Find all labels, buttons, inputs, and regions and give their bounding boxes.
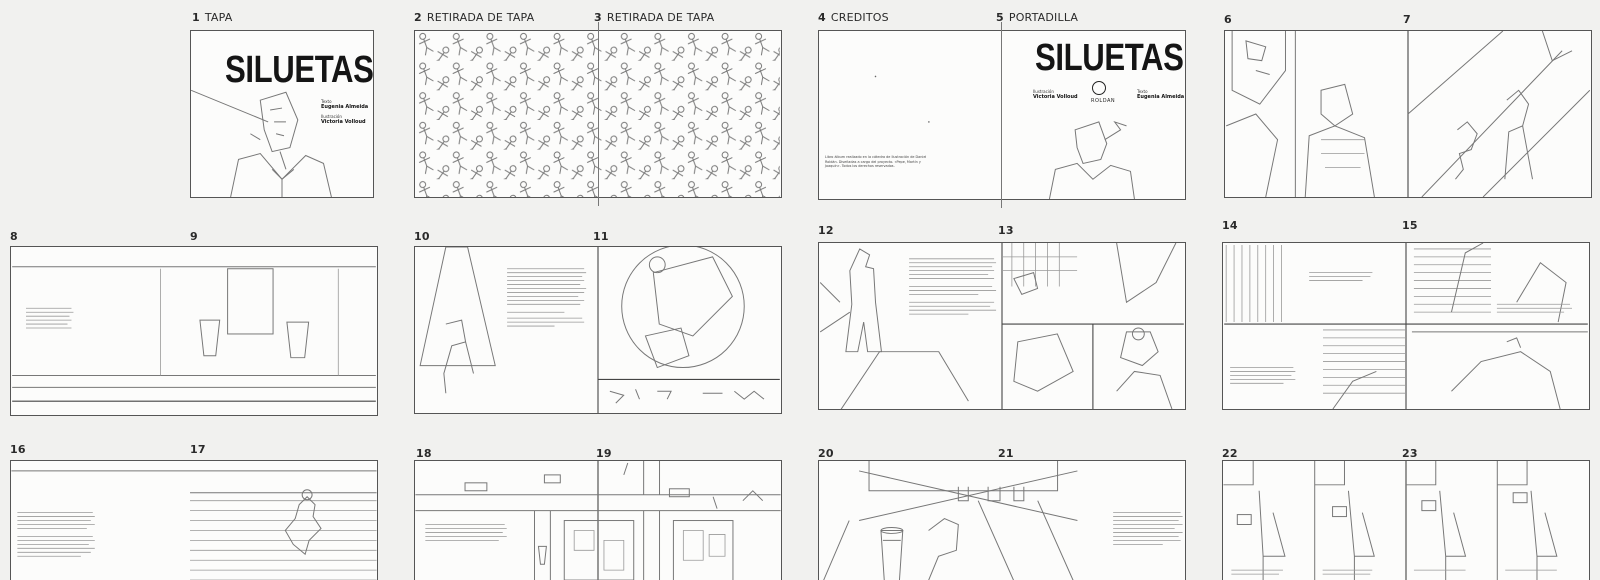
page-label-19: 19 [596, 447, 612, 460]
spread-12-13 [818, 242, 1186, 410]
spread-20-21-illustration [823, 461, 1183, 580]
page-label-9: 9 [190, 230, 198, 243]
spread-12-13-illustration [819, 243, 1184, 409]
cover-page: SILUETAS Texto Eugenia Almeida Ilustraci… [190, 30, 374, 198]
spread-8-9-illustration [12, 266, 376, 402]
spread-18-19 [414, 460, 782, 580]
spread-22-23 [1222, 460, 1590, 580]
page-label-21: 21 [998, 447, 1014, 460]
page-label-14: 14 [1222, 219, 1238, 232]
page-label-12: 12 [818, 224, 834, 237]
page-label-5: 5 PORTADILLA [996, 11, 1079, 24]
portadilla-illustration [874, 75, 1135, 199]
page-label-4: 4 CREDITOS [818, 11, 889, 24]
spine-4-5 [1001, 22, 1002, 208]
spread-22-23-illustration [1223, 461, 1558, 580]
page-label-7: 7 [1403, 13, 1411, 26]
spread-6-7 [1224, 30, 1592, 198]
spread-6-7-illustration [1226, 31, 1591, 197]
credits-portadilla-spread: Libro álbum realizado en la cátedra de I… [818, 30, 1186, 200]
spread-14-15 [1222, 242, 1590, 410]
page-label-10: 10 [414, 230, 430, 243]
page-label-23: 23 [1402, 447, 1418, 460]
spread-10-11 [414, 246, 782, 414]
page-label-2: 2 RETIRADA DE TAPA [414, 11, 535, 24]
page-label-1: 1 TAPA [192, 11, 233, 24]
spread-20-21 [818, 460, 1186, 580]
spread-10-11-illustration [419, 247, 780, 413]
page-label-20: 20 [818, 447, 834, 460]
page-label-22: 22 [1222, 447, 1238, 460]
cover-illustration [191, 89, 332, 197]
page-label-16: 16 [10, 443, 26, 456]
page-label-11: 11 [593, 230, 609, 243]
page-label-13: 13 [998, 224, 1014, 237]
spread-14-15-illustration [1224, 243, 1588, 409]
page-label-17: 17 [190, 443, 206, 456]
page-label-3: 3 RETIRADA DE TAPA [594, 11, 715, 24]
page-label-6: 6 [1224, 13, 1232, 26]
page-label-15: 15 [1402, 219, 1418, 232]
spread-18-19-illustration [415, 461, 781, 580]
spread-8-9 [10, 246, 378, 416]
spread-16-17 [10, 460, 378, 580]
page-label-8: 8 [10, 230, 18, 243]
page-label-18: 18 [416, 447, 432, 460]
spine-2-3 [598, 22, 599, 206]
spread-16-17-illustration [11, 470, 377, 580]
